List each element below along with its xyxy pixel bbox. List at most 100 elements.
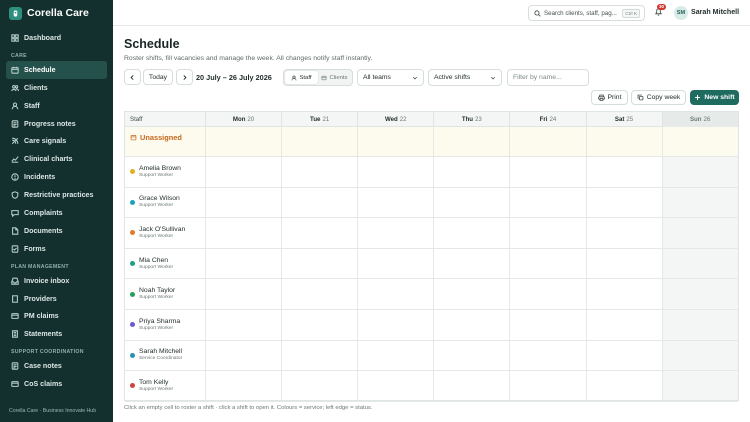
shift-cell[interactable] <box>357 371 433 402</box>
shift-cell[interactable] <box>205 279 281 310</box>
shift-cell[interactable] <box>509 188 585 219</box>
staff-cell-jack-o-sullivan[interactable]: Jack O'Sullivan Support Worker <box>130 218 185 248</box>
staff-cell-mia-chen[interactable]: Mia Chen Support Worker <box>130 249 173 279</box>
shift-cell[interactable] <box>357 310 433 341</box>
sidebar-item-cos-claims[interactable]: CoS claims <box>6 375 107 393</box>
shift-cell[interactable] <box>433 341 509 372</box>
shift-cell[interactable] <box>662 188 738 219</box>
shift-cell[interactable] <box>433 371 509 402</box>
shift-cell[interactable] <box>586 371 662 402</box>
shift-cell[interactable] <box>662 279 738 310</box>
shift-cell[interactable] <box>662 371 738 402</box>
sidebar-item-dashboard[interactable]: Dashboard <box>6 29 107 47</box>
shift-cell[interactable] <box>205 249 281 280</box>
shift-cell[interactable] <box>357 188 433 219</box>
shift-cell[interactable] <box>205 157 281 188</box>
shift-cell[interactable] <box>662 157 738 188</box>
shift-cell[interactable] <box>433 279 509 310</box>
shift-cell[interactable] <box>662 341 738 372</box>
staff-cell-noah-taylor[interactable]: Noah Taylor Support Worker <box>130 279 175 309</box>
shift-cell[interactable] <box>433 249 509 280</box>
shift-cell[interactable] <box>586 279 662 310</box>
staff-cell-tom-kelly[interactable]: Tom Kelly Support Worker <box>130 371 173 401</box>
staff-cell-amelia-brown[interactable]: Amelia Brown Support Worker <box>130 157 181 187</box>
shift-cell[interactable] <box>509 310 585 341</box>
sidebar-item-clients[interactable]: Clients <box>6 79 107 97</box>
user-name[interactable]: Sarah Mitchell <box>691 8 739 16</box>
sidebar-item-clinical-charts[interactable]: Clinical charts <box>6 150 107 168</box>
previous-week-button[interactable] <box>124 69 141 85</box>
sidebar-item-care-signals[interactable]: Care signals <box>6 132 107 150</box>
unassigned-day-cell[interactable] <box>662 127 738 157</box>
shift-cell[interactable] <box>662 218 738 249</box>
sidebar-item-incidents[interactable]: Incidents <box>6 168 107 186</box>
shift-cell[interactable] <box>509 249 585 280</box>
next-week-button[interactable] <box>176 69 193 85</box>
sidebar-item-staff[interactable]: Staff <box>6 97 107 115</box>
staff-cell-priya-sharma[interactable]: Priya Sharma Support Worker <box>130 310 180 340</box>
unassigned-day-cell[interactable] <box>433 127 509 157</box>
team-select[interactable]: All teams <box>357 69 424 86</box>
sidebar-item-progress-notes[interactable]: Progress notes <box>6 115 107 133</box>
view-clients-toggle[interactable]: Clients <box>318 71 351 84</box>
shift-cell[interactable] <box>433 157 509 188</box>
shift-cell[interactable] <box>357 157 433 188</box>
shift-cell[interactable] <box>281 249 357 280</box>
unassigned-day-cell[interactable] <box>281 127 357 157</box>
sidebar-item-case-notes[interactable]: Case notes <box>6 357 107 375</box>
unassigned-day-cell[interactable] <box>509 127 585 157</box>
shift-cell[interactable] <box>281 188 357 219</box>
staff-cell-grace-wilson[interactable]: Grace Wilson Support Worker <box>130 188 180 218</box>
staff-cell-sarah-mitchell[interactable]: Sarah Mitchell Service Coordinator <box>130 341 182 371</box>
shift-cell[interactable] <box>433 310 509 341</box>
view-staff-toggle[interactable]: Staff <box>285 71 318 84</box>
brand[interactable]: Corella Care <box>0 0 113 26</box>
shift-cell[interactable] <box>509 371 585 402</box>
sidebar-item-schedule[interactable]: Schedule <box>6 60 107 79</box>
shift-cell[interactable] <box>586 188 662 219</box>
shift-cell[interactable] <box>433 218 509 249</box>
new-shift-button[interactable]: New shift <box>690 90 739 105</box>
sidebar-item-providers[interactable]: Providers <box>6 290 107 308</box>
shift-cell[interactable] <box>205 341 281 372</box>
shift-cell[interactable] <box>281 218 357 249</box>
sidebar-item-statements[interactable]: Statements <box>6 325 107 343</box>
shift-cell[interactable] <box>586 218 662 249</box>
shift-cell[interactable] <box>281 341 357 372</box>
shift-cell[interactable] <box>433 188 509 219</box>
shift-cell[interactable] <box>586 310 662 341</box>
user-avatar[interactable]: SM <box>674 6 688 20</box>
shift-cell[interactable] <box>586 341 662 372</box>
shift-cell[interactable] <box>662 249 738 280</box>
shift-cell[interactable] <box>205 371 281 402</box>
shift-cell[interactable] <box>281 157 357 188</box>
unassigned-day-cell[interactable] <box>357 127 433 157</box>
sidebar-item-forms[interactable]: Forms <box>6 240 107 258</box>
shift-cell[interactable] <box>509 279 585 310</box>
sidebar-item-complaints[interactable]: Complaints <box>6 204 107 222</box>
shift-cell[interactable] <box>662 310 738 341</box>
shift-cell[interactable] <box>357 249 433 280</box>
shift-cell[interactable] <box>281 371 357 402</box>
shift-status-select[interactable]: Active shifts <box>428 69 502 86</box>
shift-cell[interactable] <box>357 341 433 372</box>
sidebar-item-restrictive-practices[interactable]: Restrictive practices <box>6 186 107 204</box>
global-search[interactable]: Search clients, staff, pag... Ctrl K <box>528 5 645 21</box>
filter-by-name-input[interactable] <box>507 69 589 86</box>
shift-cell[interactable] <box>357 218 433 249</box>
shift-cell[interactable] <box>509 218 585 249</box>
sidebar-item-documents[interactable]: Documents <box>6 222 107 240</box>
shift-cell[interactable] <box>509 341 585 372</box>
shift-cell[interactable] <box>357 279 433 310</box>
unassigned-day-cell[interactable] <box>586 127 662 157</box>
today-button[interactable]: Today <box>143 69 173 85</box>
shift-cell[interactable] <box>281 310 357 341</box>
copy-week-button[interactable]: Copy week <box>631 90 686 105</box>
shift-cell[interactable] <box>205 188 281 219</box>
shift-cell[interactable] <box>586 249 662 280</box>
shift-cell[interactable] <box>281 279 357 310</box>
unassigned-day-cell[interactable] <box>205 127 281 157</box>
shift-cell[interactable] <box>205 218 281 249</box>
shift-cell[interactable] <box>205 310 281 341</box>
sidebar-item-pm-claims[interactable]: PM claims <box>6 307 107 325</box>
